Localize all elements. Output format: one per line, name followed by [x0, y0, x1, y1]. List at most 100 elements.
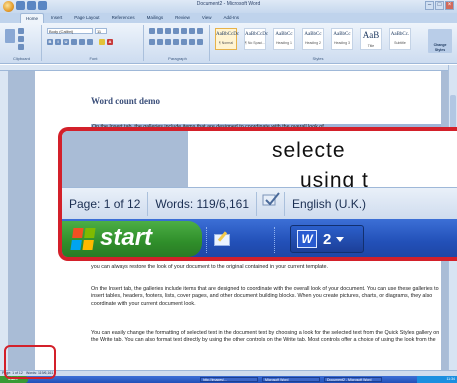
paragraph: you can always restore the look of your …: [91, 264, 329, 270]
align-right-icon[interactable]: [165, 39, 171, 45]
line-spacing-icon[interactable]: [181, 39, 187, 45]
zoom-start-button[interactable]: start: [62, 221, 202, 257]
strikethrough-icon[interactable]: [71, 39, 77, 45]
window-controls: – □ ×: [425, 1, 454, 10]
increase-indent-icon[interactable]: [181, 28, 187, 34]
taskbar-item[interactable]: http://images/...: [200, 377, 258, 382]
underline-icon[interactable]: U: [63, 39, 69, 45]
bold-icon[interactable]: B: [47, 39, 53, 45]
cut-icon[interactable]: [18, 28, 24, 34]
font-group: Body (Calibri) 11 B I U A Font: [44, 25, 144, 61]
clipboard-group-label: Clipboard: [12, 56, 31, 61]
italic-icon[interactable]: I: [55, 39, 61, 45]
shading-icon[interactable]: [189, 39, 195, 45]
tab-insert[interactable]: Insert: [46, 13, 67, 23]
format-painter-icon[interactable]: [18, 44, 24, 50]
show-formatting-icon[interactable]: [197, 28, 203, 34]
style-name: Subtitle: [394, 41, 406, 45]
styles-group: Styles AaBbCcDc ¶ Normal AaBbCcDc ¶ No Spac…: [212, 25, 424, 61]
style-name: ¶ Normal: [218, 41, 234, 45]
taskbar: start http://images/... Microsoft Word D…: [0, 376, 457, 383]
zoom-document-area: selecte using t: [62, 131, 457, 192]
minimize-button[interactable]: –: [425, 1, 434, 10]
windows-flag-icon: [70, 228, 96, 250]
style-gallery-item[interactable]: AaBbCc Heading 1: [273, 28, 295, 50]
numbering-icon[interactable]: [157, 28, 163, 34]
maximize-button[interactable]: □: [435, 1, 444, 10]
bullets-icon[interactable]: [149, 28, 155, 34]
taskbar-separator: [206, 227, 209, 253]
title-bar: Document2 - Microsoft Word – □ ×: [0, 0, 457, 13]
style-sample: AaBbCcDc: [216, 32, 240, 37]
word-window-count: 2: [323, 230, 332, 248]
taskbar-item[interactable]: Microsoft Word: [262, 377, 320, 382]
spelling-check-icon[interactable]: [257, 191, 286, 216]
style-gallery-item[interactable]: AaBbCcDc ¶ Normal: [215, 28, 240, 50]
align-left-icon[interactable]: [149, 39, 155, 45]
tab-view[interactable]: View: [197, 13, 217, 23]
font-group-label: Font: [89, 56, 98, 61]
style-gallery-item[interactable]: AaBbCcDc ¶ No Spaci...: [244, 28, 269, 50]
word-count-status[interactable]: Words: 119/6,161: [148, 191, 258, 216]
subscript-icon[interactable]: [79, 39, 85, 45]
style-sample: AaBbCc.: [390, 32, 410, 37]
zoom-start-label: start: [100, 224, 153, 251]
style-name: ¶ No Spaci...: [245, 41, 265, 45]
style-gallery-item[interactable]: AaB Title: [360, 28, 382, 50]
style-sample: AaBbCc: [304, 32, 322, 37]
word-app-icon: W: [297, 230, 317, 248]
styles-group-label: Styles: [312, 56, 324, 61]
highlight-icon[interactable]: [99, 39, 105, 45]
clock[interactable]: 11:34: [447, 377, 456, 381]
justify-icon[interactable]: [173, 39, 179, 45]
tab-references[interactable]: References: [107, 13, 140, 23]
style-gallery-item[interactable]: AaBbCc. Subtitle: [389, 28, 411, 50]
tab-home[interactable]: Home: [20, 13, 45, 23]
taskbar-item[interactable]: Document2 - Microsoft Word: [324, 377, 382, 382]
borders-icon[interactable]: [197, 39, 203, 45]
ribbon-tabs: Home Insert Page Layout References Mailings R…: [0, 13, 457, 23]
style-name: Title: [367, 44, 375, 48]
superscript-icon[interactable]: [87, 39, 93, 45]
tab-add-ins[interactable]: Add-Ins: [219, 13, 245, 23]
style-gallery-item[interactable]: AaBbCc Heading 3: [331, 28, 353, 50]
font-color-icon[interactable]: A: [107, 39, 113, 45]
paragraph-group-label: Paragraph: [168, 56, 187, 61]
multilevel-list-icon[interactable]: [165, 28, 171, 34]
style-sample: AaBbCcDc: [245, 32, 269, 37]
vertical-ruler: [0, 71, 8, 370]
sort-icon[interactable]: [189, 28, 195, 34]
zoom-text-1: selecte: [272, 139, 346, 162]
paste-icon[interactable]: [5, 29, 15, 43]
style-name: Heading 2: [305, 41, 321, 45]
font-name-box[interactable]: Body (Calibri): [47, 28, 93, 34]
ribbon: Clipboard Body (Calibri) 11 B I U A Font…: [0, 23, 457, 64]
style-gallery-item[interactable]: AaBbCc Heading 2: [302, 28, 324, 50]
word-taskbar-group[interactable]: W 2: [290, 225, 364, 253]
font-size-box[interactable]: 11: [95, 28, 107, 34]
style-sample: AaBbCc: [275, 32, 293, 37]
change-styles-button[interactable]: Change Styles: [428, 29, 452, 53]
taskbar-separator: [274, 227, 277, 253]
style-name: Heading 3: [334, 41, 350, 45]
copy-icon[interactable]: [18, 36, 24, 42]
style-sample: AaBbCc: [333, 32, 351, 37]
style-sample: AaB: [362, 30, 380, 40]
system-tray: 11:34: [417, 376, 457, 383]
zoom-taskbar: start W 2: [62, 219, 457, 257]
decrease-indent-icon[interactable]: [173, 28, 179, 34]
language-status[interactable]: English (U.K.): [285, 192, 373, 216]
paragraph-group: Paragraph: [146, 25, 210, 61]
tab-review[interactable]: Review: [170, 13, 195, 23]
document-heading: Word count demo: [91, 96, 161, 106]
tab-page-layout[interactable]: Page Layout: [69, 13, 104, 23]
align-center-icon[interactable]: [157, 39, 163, 45]
zoom-status-bar: Page: 1 of 12 Words: 119/6,161 English (…: [62, 187, 457, 219]
close-button[interactable]: ×: [445, 1, 454, 10]
paragraph: You can easily change the formatting of …: [91, 330, 440, 344]
tab-mailings[interactable]: Mailings: [142, 13, 169, 23]
page-count-status[interactable]: Page: 1 of 12: [62, 191, 149, 216]
window-title: Document2 - Microsoft Word: [196, 1, 261, 7]
quick-launch-edit-icon[interactable]: [212, 231, 234, 249]
zoom-callout: selecte using t Page: 1 of 12 Words: 119…: [58, 127, 457, 261]
